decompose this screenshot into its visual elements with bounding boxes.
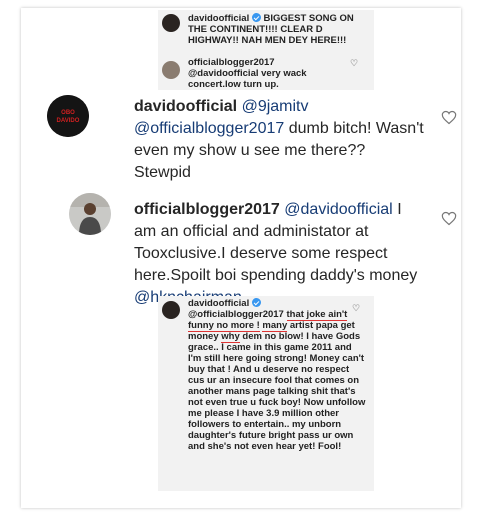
- avatar: [162, 14, 180, 32]
- comment-mention: @officialblogger2017: [188, 309, 284, 320]
- comment-mention[interactable]: @officialblogger2017: [134, 120, 284, 137]
- comment-mention: @davidoofficial: [188, 68, 259, 79]
- comment-username: davidoofficial: [188, 13, 250, 24]
- comment-username[interactable]: officialblogger2017: [134, 201, 280, 218]
- comment: davidoofficial @9jamitv @officialblogger…: [134, 96, 424, 184]
- comment-username[interactable]: davidoofficial: [134, 98, 237, 115]
- avatar[interactable]: OBO DAVIDO: [47, 95, 89, 137]
- heart-icon[interactable]: [441, 110, 457, 125]
- avatar[interactable]: [69, 193, 111, 235]
- comment-mention[interactable]: @9jamitv: [242, 98, 309, 115]
- heart-icon[interactable]: ♡: [350, 59, 358, 68]
- top-cropped-screenshot: davidoofficial BIGGEST SONG ON THE CONTI…: [158, 10, 374, 90]
- svg-text:DAVIDO: DAVIDO: [57, 118, 80, 124]
- verified-badge-icon: [251, 13, 261, 22]
- verified-badge-icon: [251, 298, 261, 307]
- heart-icon[interactable]: [441, 211, 457, 226]
- svg-text:OBO: OBO: [61, 110, 75, 116]
- heart-icon[interactable]: ♡: [352, 304, 360, 313]
- comment-text: dem no blow! I have Gods grace.. I came …: [188, 331, 366, 452]
- avatar: [162, 61, 180, 79]
- avatar: [162, 301, 180, 319]
- comment-username: davidoofficial: [188, 298, 250, 309]
- comment-username: officialblogger2017: [188, 57, 275, 68]
- comment-mention[interactable]: @davidoofficial: [284, 201, 392, 218]
- comment: officialblogger2017 @davidoofficial I am…: [134, 199, 424, 309]
- bottom-cropped-screenshot: davidoofficial @officialblogger2017 that…: [158, 296, 374, 491]
